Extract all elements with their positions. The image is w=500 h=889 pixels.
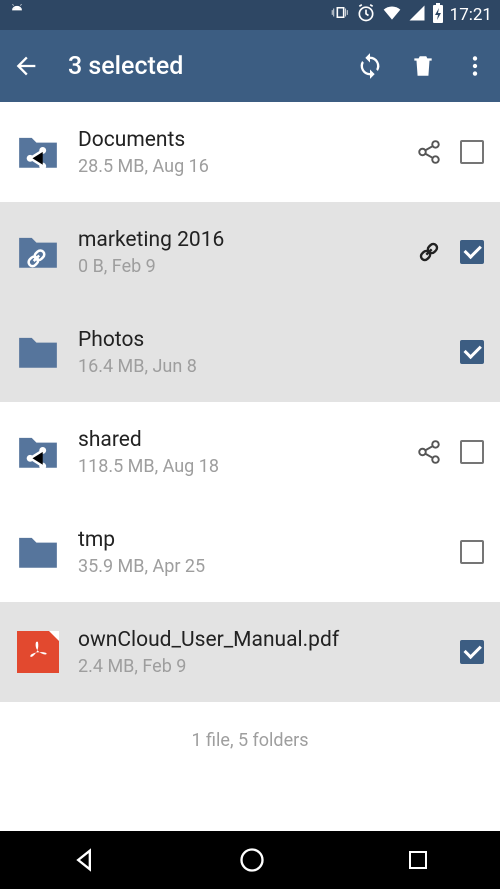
file-row[interactable]: marketing 2016 0 B, Feb 9 bbox=[0, 202, 500, 302]
file-meta: 0 B, Feb 9 bbox=[78, 256, 398, 277]
folder-icon bbox=[16, 430, 60, 474]
share-icon[interactable] bbox=[416, 439, 442, 465]
nav-recent[interactable] bbox=[406, 848, 430, 872]
alarm-icon bbox=[356, 3, 376, 28]
file-name: Photos bbox=[78, 328, 442, 352]
signal-icon bbox=[408, 4, 426, 27]
folder-icon bbox=[16, 530, 60, 574]
nav-back[interactable] bbox=[70, 846, 98, 874]
folder-icon bbox=[16, 130, 60, 174]
file-meta: 2.4 MB, Feb 9 bbox=[78, 656, 442, 677]
checkbox[interactable] bbox=[460, 640, 484, 664]
battery-icon bbox=[432, 3, 444, 28]
file-meta: 28.5 MB, Aug 16 bbox=[78, 156, 398, 177]
file-row[interactable]: tmp 35.9 MB, Apr 25 bbox=[0, 502, 500, 602]
wifi-icon bbox=[382, 3, 402, 28]
file-meta: 16.4 MB, Jun 8 bbox=[78, 356, 442, 377]
app-bar: 3 selected bbox=[0, 30, 500, 102]
checkbox[interactable] bbox=[460, 440, 484, 464]
vibrate-icon bbox=[331, 3, 350, 27]
checkbox[interactable] bbox=[460, 340, 484, 364]
more-button[interactable] bbox=[462, 53, 488, 79]
file-meta: 118.5 MB, Aug 18 bbox=[78, 456, 398, 477]
share-icon[interactable] bbox=[416, 139, 442, 165]
delete-button[interactable] bbox=[410, 53, 436, 79]
file-info: Documents 28.5 MB, Aug 16 bbox=[78, 128, 398, 177]
summary-text: 1 file, 5 folders bbox=[0, 702, 500, 779]
file-info: marketing 2016 0 B, Feb 9 bbox=[78, 228, 398, 277]
folder-icon bbox=[16, 230, 60, 274]
app-bar-title: 3 selected bbox=[68, 52, 336, 81]
file-name: shared bbox=[78, 428, 398, 452]
folder-icon bbox=[16, 330, 60, 374]
file-row[interactable]: shared 118.5 MB, Aug 18 bbox=[0, 402, 500, 502]
link-icon[interactable] bbox=[416, 239, 442, 265]
pdf-icon bbox=[16, 630, 60, 674]
status-bar: 17:21 bbox=[0, 0, 500, 30]
status-time: 17:21 bbox=[450, 5, 492, 25]
file-name: tmp bbox=[78, 528, 442, 552]
nav-bar bbox=[0, 831, 500, 889]
file-meta: 35.9 MB, Apr 25 bbox=[78, 556, 442, 577]
file-row[interactable]: Photos 16.4 MB, Jun 8 bbox=[0, 302, 500, 402]
checkbox[interactable] bbox=[460, 240, 484, 264]
file-row[interactable]: ownCloud_User_Manual.pdf 2.4 MB, Feb 9 bbox=[0, 602, 500, 702]
file-info: ownCloud_User_Manual.pdf 2.4 MB, Feb 9 bbox=[78, 628, 442, 677]
file-row[interactable]: Documents 28.5 MB, Aug 16 bbox=[0, 102, 500, 202]
checkbox[interactable] bbox=[460, 140, 484, 164]
sync-button[interactable] bbox=[356, 52, 384, 80]
android-head-icon bbox=[8, 4, 26, 27]
file-info: tmp 35.9 MB, Apr 25 bbox=[78, 528, 442, 577]
file-info: Photos 16.4 MB, Jun 8 bbox=[78, 328, 442, 377]
file-info: shared 118.5 MB, Aug 18 bbox=[78, 428, 398, 477]
file-name: marketing 2016 bbox=[78, 228, 398, 252]
file-name: ownCloud_User_Manual.pdf bbox=[78, 628, 442, 652]
back-button[interactable] bbox=[12, 52, 40, 80]
checkbox[interactable] bbox=[460, 540, 484, 564]
file-name: Documents bbox=[78, 128, 398, 152]
nav-home[interactable] bbox=[238, 846, 266, 874]
file-list: Documents 28.5 MB, Aug 16 marketing 2016 0 … bbox=[0, 102, 500, 702]
